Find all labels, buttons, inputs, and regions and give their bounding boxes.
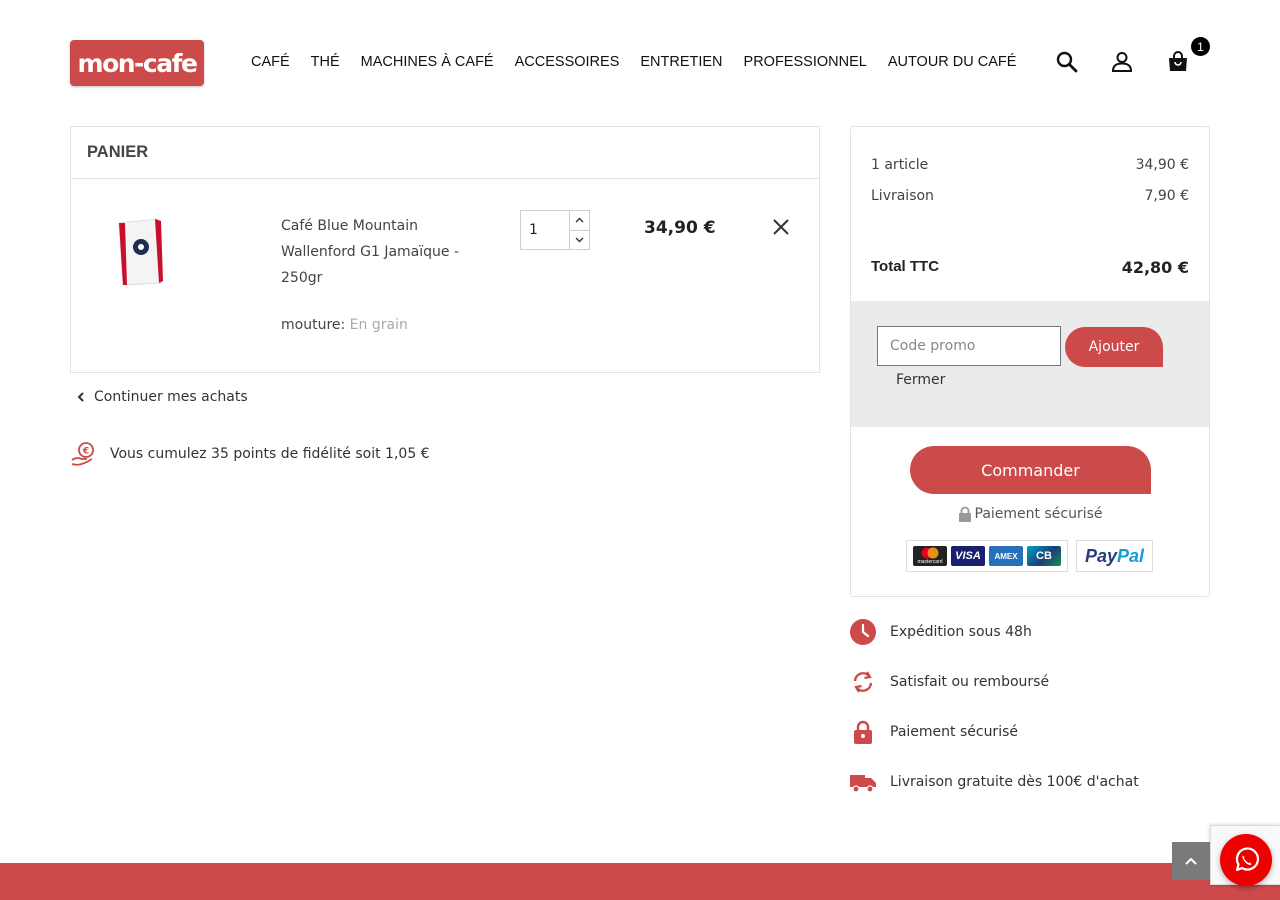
- cart-count-badge: 1: [1191, 37, 1210, 56]
- reassurance-free-delivery-label: Livraison gratuite dès 100€ d'achat: [890, 774, 1139, 790]
- visa-logo: VISA: [951, 546, 985, 566]
- lock-icon: [958, 506, 971, 522]
- mastercard-logo: mastercard: [913, 546, 947, 566]
- reassurance-shipping: Expédition sous 48h: [850, 619, 1032, 645]
- mastercard-circles-icon: [921, 547, 939, 559]
- summary-shipping-row: Livraison 7,90 €: [871, 188, 1189, 204]
- search-icon[interactable]: [1055, 50, 1079, 74]
- reassurance-shipping-label: Expédition sous 48h: [890, 624, 1032, 640]
- quantity-buttons: [569, 211, 589, 249]
- account-icon[interactable]: [1110, 50, 1134, 74]
- paypal-pay-text: Pay: [1085, 545, 1118, 566]
- attribute-value: En grain: [349, 317, 408, 333]
- cb-logo: CB: [1027, 546, 1061, 566]
- reassurance-refund: Satisfait ou remboursé: [850, 669, 1049, 695]
- chevron-down-icon: [575, 237, 584, 243]
- add-promo-button[interactable]: Ajouter: [1065, 327, 1163, 367]
- main-nav: CAFÉ THÉ MACHINES À CAFÉ ACCESSOIRES ENT…: [251, 54, 1037, 70]
- footer-bar: [0, 863, 1280, 900]
- remove-item-icon[interactable]: [770, 216, 792, 238]
- quantity-input[interactable]: [521, 211, 569, 249]
- scroll-to-top-button[interactable]: [1172, 842, 1210, 880]
- cart-panel: PANIER Café Blue Mountain Wallenford G1 …: [70, 126, 820, 373]
- loyalty-points: € Vous cumulez 35 points de fidélité soi…: [70, 441, 430, 467]
- refresh-icon: [853, 671, 873, 693]
- product-price: 34,90 €: [644, 218, 716, 238]
- reassurance-secure: Paiement sécurisé: [850, 719, 1018, 745]
- summary-shipping-label: Livraison: [871, 188, 934, 204]
- nav-item-cafe[interactable]: CAFÉ: [251, 54, 290, 70]
- promo-code-area: Ajouter Fermer: [851, 301, 1209, 427]
- loyalty-coin-icon: €: [71, 442, 94, 466]
- cart-icon[interactable]: [1166, 50, 1190, 74]
- nav-item-professionnel[interactable]: PROFESSIONNEL: [744, 54, 867, 70]
- reassurance-refund-label: Satisfait ou remboursé: [890, 674, 1050, 690]
- continue-shopping-link[interactable]: Continuer mes achats: [76, 389, 248, 405]
- close-promo-link[interactable]: Fermer: [896, 372, 945, 388]
- quantity-stepper: [520, 210, 590, 250]
- site-header: mon-cafe CAFÉ THÉ MACHINES À CAFÉ ACCESS…: [0, 0, 1280, 110]
- attribute-label: mouture:: [281, 317, 346, 333]
- quantity-up-button[interactable]: [570, 211, 589, 231]
- order-summary: 1 article 34,90 € Livraison 7,90 € Total…: [850, 126, 1210, 597]
- summary-total-row: Total TTC 42,80 €: [871, 258, 1189, 277]
- chevron-up-icon: [1185, 857, 1197, 865]
- paypal-logo: PayPal: [1076, 540, 1154, 572]
- summary-total-label: Total TTC: [871, 258, 940, 275]
- checkout-button[interactable]: Commander: [910, 446, 1151, 494]
- summary-total-value: 42,80 €: [1121, 258, 1189, 277]
- truck-icon: [850, 775, 876, 793]
- card-logos: mastercard VISA AMEX CB: [906, 540, 1068, 572]
- paypal-pal-text: Pal: [1117, 545, 1145, 566]
- reassurance-secure-label: Paiement sécurisé: [890, 724, 1018, 740]
- amex-logo: AMEX: [989, 546, 1023, 566]
- promo-code-input[interactable]: [877, 326, 1061, 366]
- site-logo[interactable]: mon-cafe: [70, 40, 204, 86]
- payment-logos: mastercard VISA AMEX CB PayPal: [906, 540, 1154, 572]
- product-attribute: mouture: En grain: [281, 317, 408, 333]
- chevron-left-icon: [77, 392, 84, 402]
- padlock-icon: [854, 720, 872, 744]
- loyalty-text: Vous cumulez 35 points de fidélité soit …: [110, 446, 430, 462]
- reassurance-free-delivery: Livraison gratuite dès 100€ d'achat: [850, 769, 1139, 795]
- nav-item-autour[interactable]: AUTOUR DU CAFÉ: [888, 54, 1017, 70]
- summary-shipping-value: 7,90 €: [1144, 188, 1189, 204]
- nav-item-the[interactable]: THÉ: [311, 54, 340, 70]
- nav-item-machines[interactable]: MACHINES À CAFÉ: [361, 54, 494, 70]
- product-name[interactable]: Café Blue Mountain Wallenford G1 Jamaïqu…: [281, 213, 481, 291]
- nav-item-entretien[interactable]: ENTRETIEN: [640, 54, 722, 70]
- svg-text:€: €: [82, 447, 89, 457]
- quantity-down-button[interactable]: [570, 231, 589, 250]
- summary-items-value: 34,90 €: [1135, 157, 1189, 173]
- chevron-up-icon: [575, 217, 584, 223]
- product-image[interactable]: [111, 213, 167, 289]
- clock-icon: [850, 619, 876, 645]
- summary-items-row: 1 article 34,90 €: [871, 157, 1189, 173]
- continue-shopping-label: Continuer mes achats: [94, 389, 248, 405]
- whatsapp-button[interactable]: [1220, 834, 1272, 886]
- secure-payment-label: Paiement sécurisé: [974, 506, 1103, 522]
- nav-item-accessoires[interactable]: ACCESSOIRES: [515, 54, 620, 70]
- secure-payment-note: Paiement sécurisé: [851, 506, 1209, 522]
- whatsapp-icon: [1235, 847, 1260, 872]
- summary-items-label: 1 article: [871, 157, 929, 173]
- cart-title: PANIER: [71, 127, 819, 179]
